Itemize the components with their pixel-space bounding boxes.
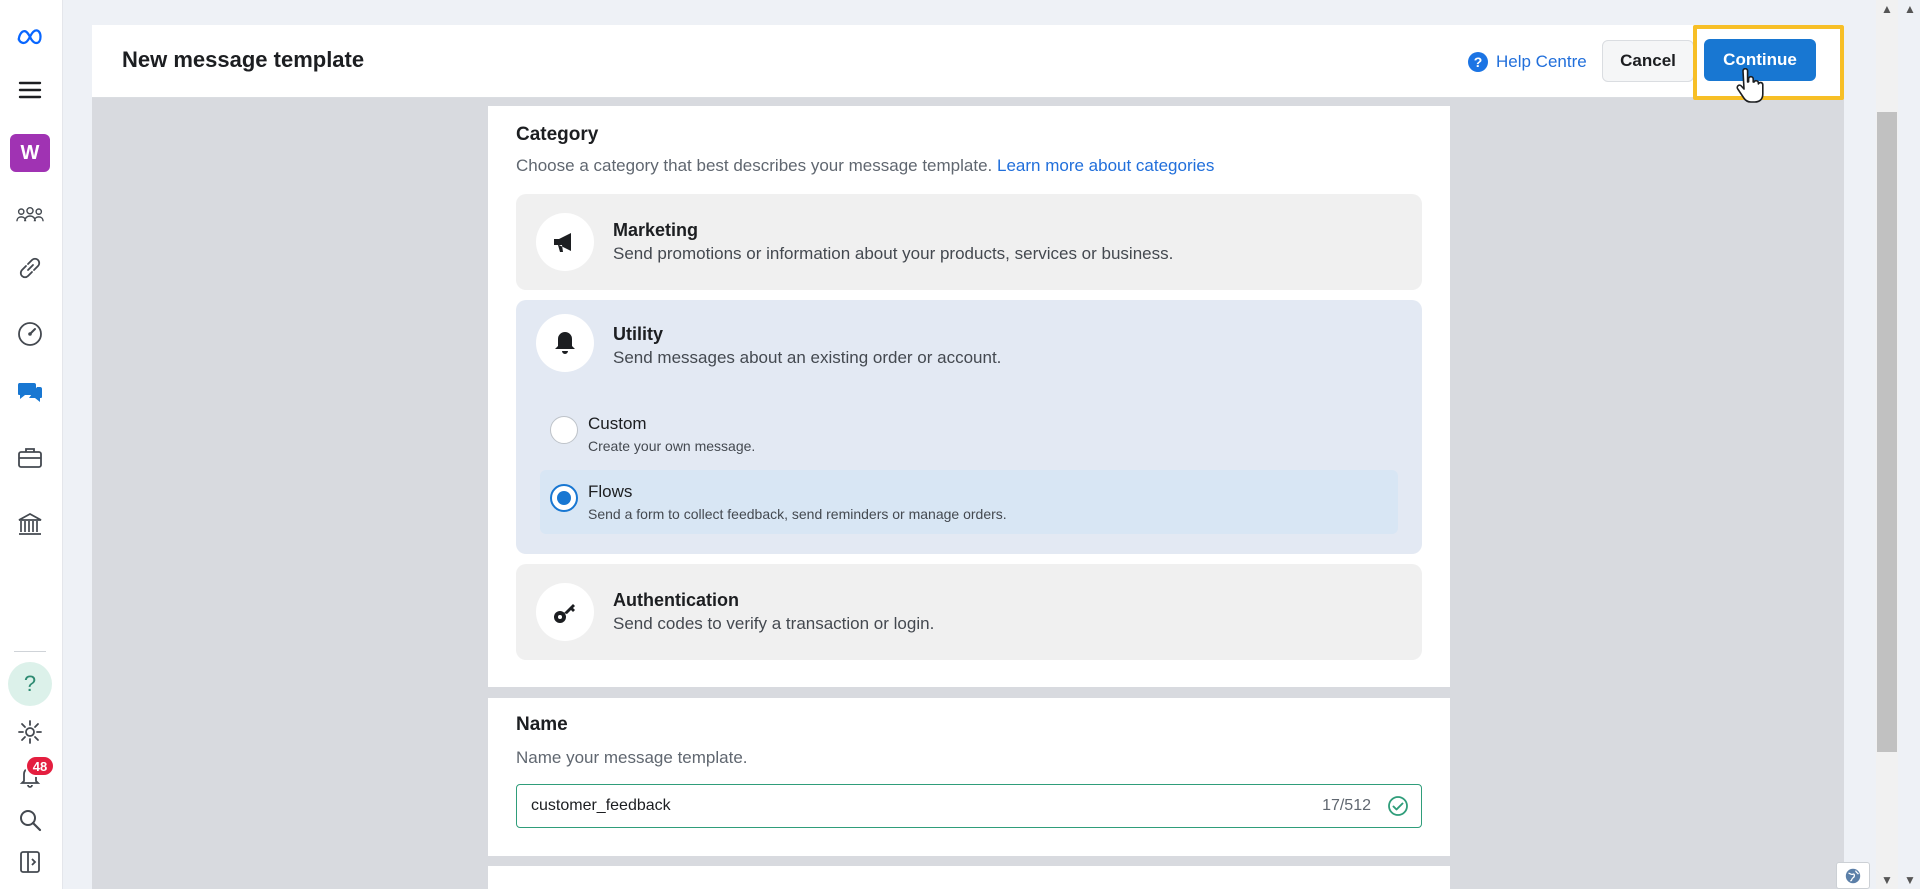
notifications-badge: 48 [25,755,55,777]
name-section: Name Name your message template. custome… [488,698,1450,856]
globe-icon[interactable] [1836,862,1870,889]
meta-logo-icon[interactable] [8,16,52,56]
people-icon[interactable] [8,196,52,236]
briefcase-icon[interactable] [8,438,52,478]
utility-description: Send messages about an existing order or… [613,348,1002,367]
settings-icon[interactable] [8,712,52,752]
link-icon[interactable] [8,248,52,288]
help-icon[interactable]: ? [8,662,52,706]
utility-type-flows[interactable]: Flows Send a form to collect feedback, s… [540,470,1398,534]
template-name-input[interactable]: customer_feedback 17/512 [516,784,1422,828]
bank-icon[interactable] [8,504,52,544]
chat-icon[interactable] [8,372,52,412]
authentication-title: Authentication [613,590,739,610]
left-nav-rail: W ? 48 [0,0,63,889]
page-title: New message template [122,47,365,72]
category-section: Category Choose a category that best des… [488,106,1450,687]
name-description: Name your message template. [516,748,748,767]
template-name-value[interactable]: customer_feedback [531,797,671,815]
megaphone-icon [536,213,594,271]
authentication-description: Send codes to verify a transaction or lo… [613,614,935,633]
key-icon [536,583,594,641]
category-description-text: Choose a category that best describes yo… [516,156,993,175]
category-option-marketing[interactable]: Marketing Send promotions or information… [516,194,1422,290]
utility-type-custom[interactable]: Custom Create your own message. [540,402,1398,466]
scroll-up-arrow-icon[interactable]: ▲ [1881,2,1893,16]
flows-description: Send a form to collect feedback, send re… [588,506,1007,522]
page-header: New message template ? Help Centre Cance… [92,25,1844,98]
category-description: Choose a category that best describes yo… [516,156,1214,176]
search-icon[interactable] [8,800,52,840]
category-option-authentication[interactable]: Authentication Send codes to verify a tr… [516,564,1422,660]
category-title: Category [516,124,599,145]
flows-title: Flows [588,482,633,501]
character-counter: 17/512 [1322,797,1371,814]
panel-toggle-icon[interactable] [8,842,52,882]
bell-icon [536,314,594,372]
scrollbar-thumb[interactable] [1877,112,1897,752]
flows-radio[interactable] [550,484,578,512]
category-option-utility[interactable]: Utility Send messages about an existing … [516,300,1422,554]
marketing-title: Marketing [613,220,699,240]
help-centre-label: Help Centre [1496,52,1587,71]
rail-divider [14,651,46,652]
scroll-down-arrow-icon[interactable]: ▼ [1881,873,1893,887]
next-section [488,866,1450,889]
dashboard-icon[interactable] [8,314,52,354]
hand-cursor-icon [1736,68,1764,103]
name-title: Name [516,714,568,735]
custom-title: Custom [588,414,647,433]
marketing-description: Send promotions or information about you… [613,244,1174,263]
utility-title: Utility [613,324,664,344]
outer-scroll-down-arrow-icon[interactable]: ▼ [1904,873,1916,887]
custom-radio[interactable] [550,416,578,444]
check-circle-icon [1388,796,1408,816]
cancel-button[interactable]: Cancel [1602,40,1694,82]
question-icon: ? [1468,52,1488,72]
learn-more-categories-link[interactable]: Learn more about categories [997,156,1214,175]
menu-icon[interactable] [8,70,52,110]
workspace-avatar[interactable]: W [10,134,50,172]
outer-scroll-up-arrow-icon[interactable]: ▲ [1904,2,1916,16]
custom-description: Create your own message. [588,438,756,454]
help-centre-link[interactable]: ? Help Centre [1468,49,1587,75]
